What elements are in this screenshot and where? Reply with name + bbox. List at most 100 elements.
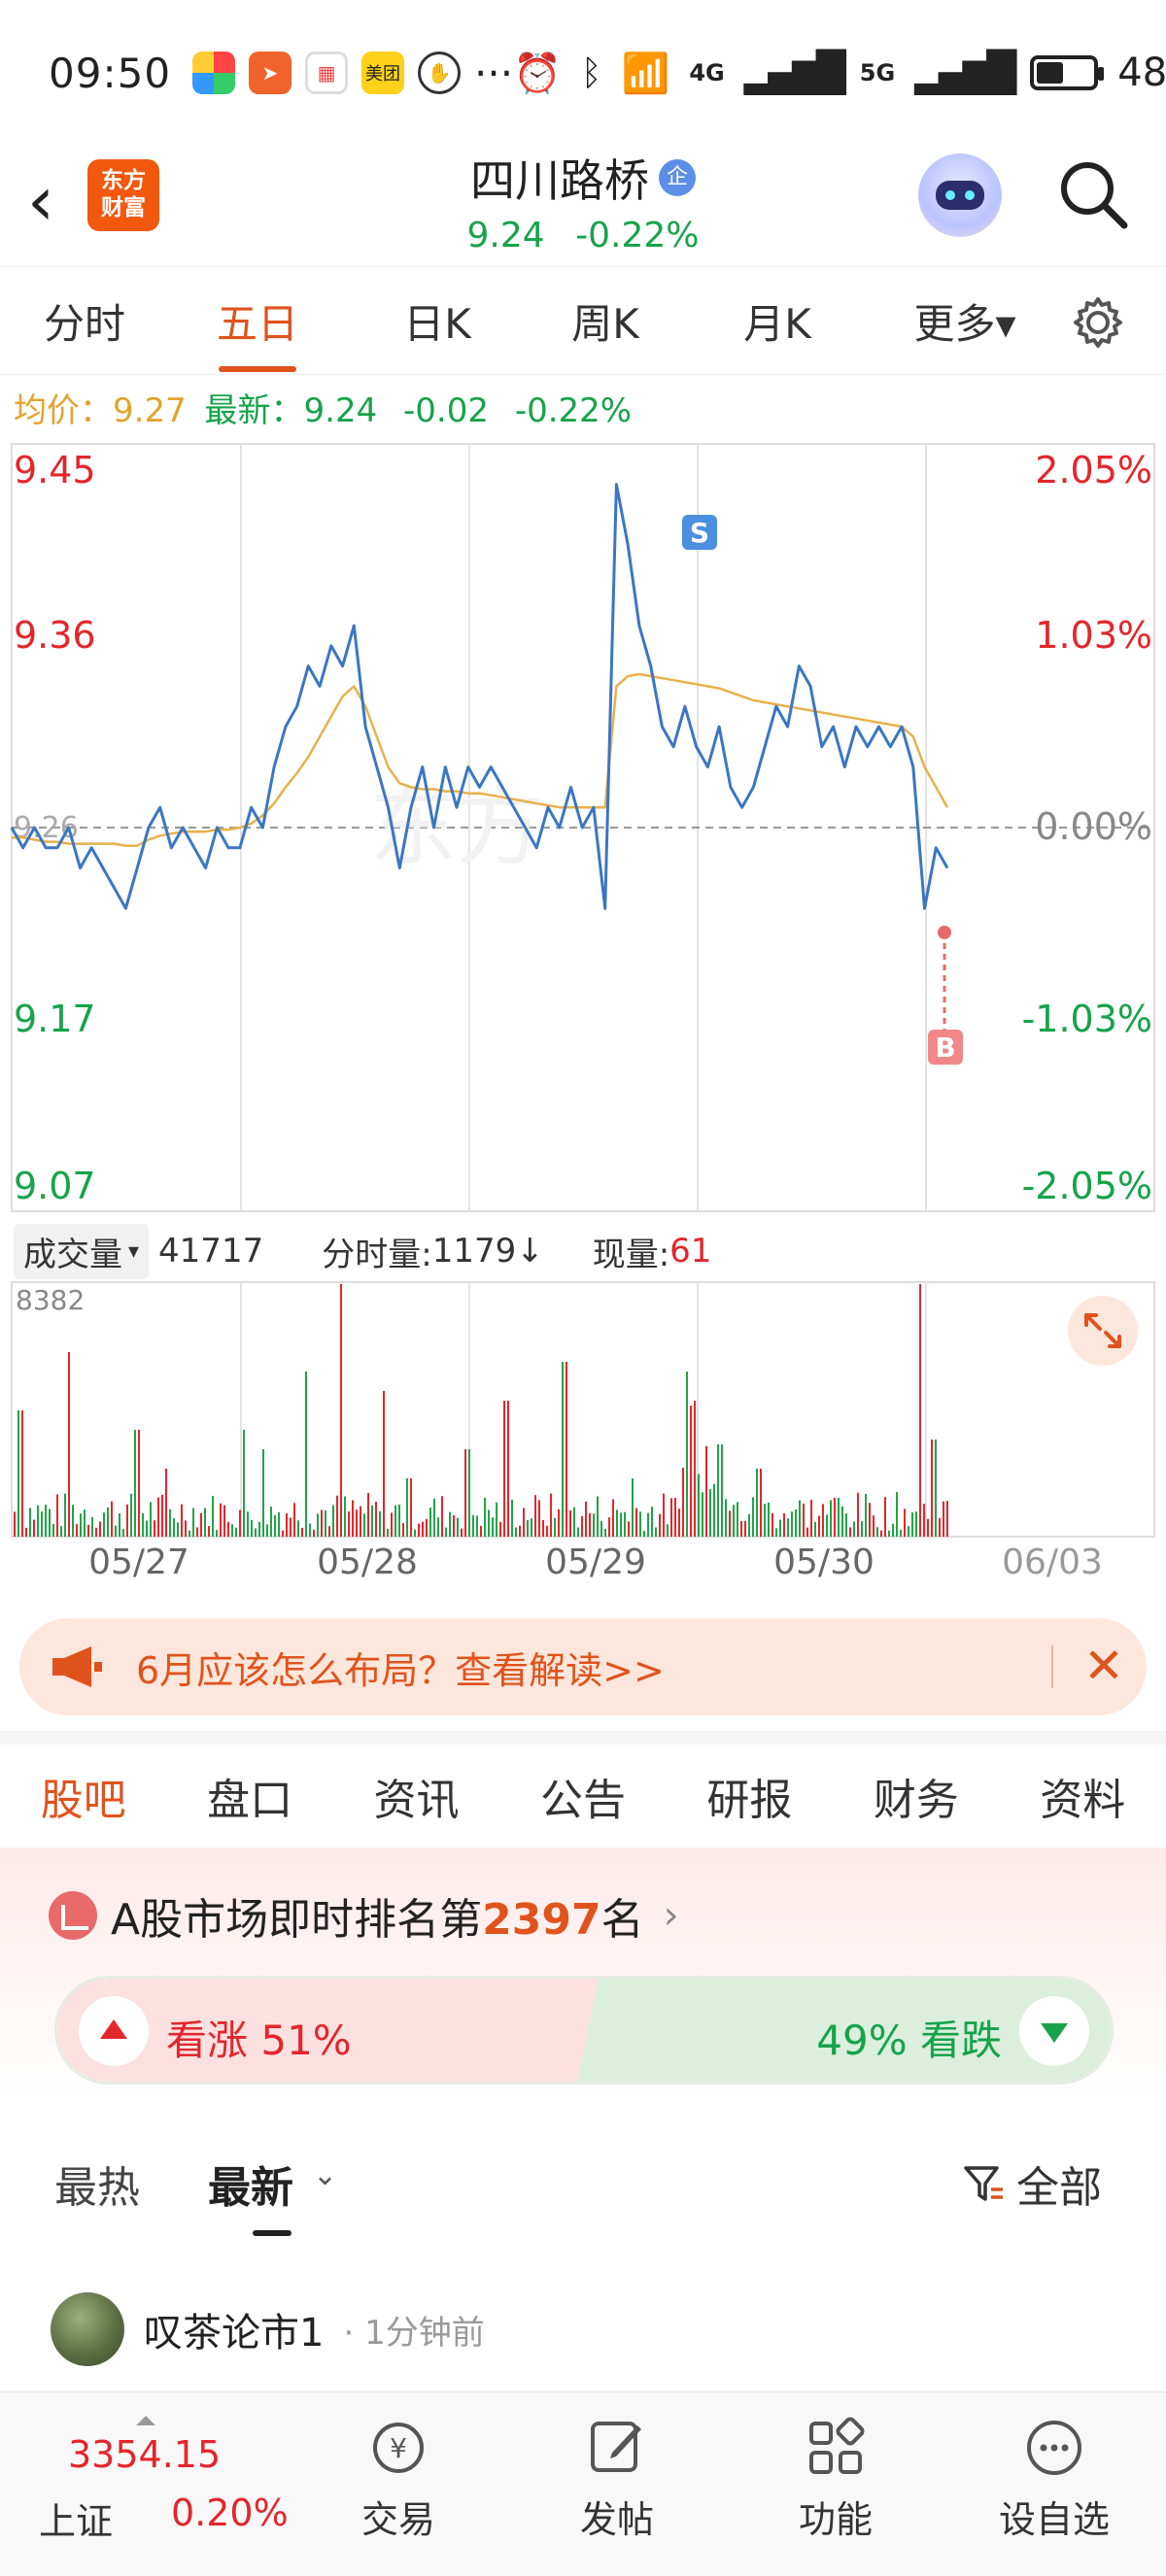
volume-bar xyxy=(56,1494,58,1537)
stock-title[interactable]: 四川路桥 企 xyxy=(470,146,696,210)
post-item[interactable]: 叹茶论市1 · 1分钟前 xyxy=(51,2292,485,2366)
tab-five-day[interactable]: 五日 xyxy=(194,291,321,351)
expand-icon[interactable] xyxy=(1068,1296,1138,1366)
volume-bar xyxy=(223,1505,225,1537)
trade-icon: ¥ xyxy=(373,2423,424,2473)
volume-bar xyxy=(795,1509,797,1537)
volume-bar xyxy=(130,1493,132,1537)
volume-bar xyxy=(915,1511,917,1537)
tab-daily-k[interactable]: 日K xyxy=(374,291,500,351)
bearish-arrow-icon[interactable] xyxy=(1019,1996,1089,2066)
latest-change: -0.02 xyxy=(403,391,490,430)
add-watchlist-button[interactable]: 设自选 xyxy=(981,2414,1127,2543)
index-name: 上证 xyxy=(39,2500,114,2543)
market-ranking[interactable]: A股市场即时排名第2397名 › xyxy=(49,1884,679,1947)
bullish-arrow-icon[interactable] xyxy=(79,1996,149,2066)
volume-bar xyxy=(803,1503,805,1537)
buy-marker[interactable]: B xyxy=(928,926,963,1065)
filter-label: 全部 xyxy=(1016,2163,1102,2213)
volume-bar xyxy=(698,1474,700,1537)
volume-bar xyxy=(107,1507,109,1537)
volume-bar xyxy=(449,1511,451,1537)
filter-all[interactable]: 全部 xyxy=(962,2152,1102,2215)
tab-monthly-k[interactable]: 月K xyxy=(714,291,840,351)
volume-bar xyxy=(923,1504,925,1537)
volume-bar xyxy=(523,1508,525,1537)
tab-announcements[interactable]: 公告 xyxy=(499,1765,666,1827)
volume-bar xyxy=(694,1401,696,1537)
volume-bar xyxy=(853,1521,855,1537)
tab-research[interactable]: 研报 xyxy=(667,1765,833,1827)
y-tick-left-2: 9.36 xyxy=(14,614,96,657)
volume-bar xyxy=(705,1445,707,1537)
status-time: 09:50 xyxy=(49,49,172,97)
volume-bar xyxy=(189,1530,190,1537)
search-icon[interactable] xyxy=(1054,155,1132,233)
x-axis-dates: 05/27 05/28 05/29 05/30 06/03 xyxy=(0,1542,1166,1601)
volume-bar xyxy=(534,1495,536,1537)
battery-fill xyxy=(1037,62,1064,84)
tab-intraday[interactable]: 分时 xyxy=(21,291,148,351)
signal-icon: ▂▄▆█ xyxy=(743,51,846,95)
volume-bar xyxy=(799,1500,801,1537)
volume-bar xyxy=(764,1504,766,1537)
tab-profile[interactable]: 资料 xyxy=(1000,1765,1166,1827)
sort-hot[interactable]: 最热 xyxy=(54,2152,140,2215)
volume-max-label: 8382 xyxy=(16,1284,85,1316)
volume-bar xyxy=(305,1372,307,1537)
volume-bar xyxy=(371,1505,373,1537)
volume-bar xyxy=(161,1494,163,1537)
tab-order-book[interactable]: 盘口 xyxy=(166,1765,332,1827)
volume-bar xyxy=(383,1391,385,1537)
chevron-down-icon[interactable]: ⌄ xyxy=(313,2158,337,2192)
megaphone-icon xyxy=(52,1646,102,1687)
volume-bar xyxy=(678,1508,680,1537)
volume-bar xyxy=(911,1512,913,1537)
buy-marker-label: B xyxy=(935,1032,955,1064)
volume-bar xyxy=(857,1492,859,1537)
latest-label: 最新： xyxy=(204,391,304,430)
volume-bar xyxy=(321,1509,323,1537)
signal-5g-label: 5G xyxy=(859,59,896,86)
functions-button[interactable]: 功能 xyxy=(763,2414,909,2543)
assistant-robot-icon[interactable] xyxy=(918,153,1002,237)
promo-banner[interactable]: 6月应该怎么布局？查看解读>> ✕ xyxy=(19,1618,1147,1715)
tab-finance[interactable]: 财务 xyxy=(833,1765,999,1827)
tab-guba[interactable]: 股吧 xyxy=(0,1765,166,1827)
trade-button[interactable]: ¥ 交易 xyxy=(326,2414,471,2543)
volume-bar xyxy=(461,1528,463,1537)
volume-bar xyxy=(577,1527,579,1537)
volume-bar xyxy=(826,1514,828,1537)
sell-marker[interactable]: S xyxy=(682,515,717,550)
tab-news[interactable]: 资讯 xyxy=(333,1765,499,1827)
volume-bar xyxy=(779,1519,781,1537)
settings-gear-icon[interactable] xyxy=(1069,293,1127,352)
volume-bar xyxy=(904,1508,906,1537)
banner-text[interactable]: 6月应该怎么布局？查看解读>> xyxy=(136,1641,665,1694)
post-username[interactable]: 叹茶论市1 xyxy=(144,2301,324,2357)
post-button[interactable]: 发帖 xyxy=(544,2414,690,2543)
volume-indicator-select[interactable]: 成交量 ▾ xyxy=(14,1223,150,1279)
volume-bar xyxy=(787,1518,789,1537)
tab-weekly-k[interactable]: 周K xyxy=(542,291,669,351)
volume-bar xyxy=(896,1492,898,1537)
sentiment-vote-bar: 看涨 51% 49% 看跌 xyxy=(54,1976,1114,2085)
volume-bar xyxy=(740,1520,742,1537)
volume-bar xyxy=(177,1522,179,1537)
close-icon[interactable]: ✕ xyxy=(1083,1642,1124,1690)
five-day-price-chart[interactable]: 东方 9.26 9.45 9.36 9.17 9.07 2.05% 1.03% … xyxy=(0,439,1166,1216)
current-volume-label: 现量: xyxy=(592,1235,670,1274)
volume-bar xyxy=(519,1525,521,1537)
tab-more[interactable]: 更多▾ xyxy=(892,291,1038,351)
volume-bar xyxy=(270,1507,272,1537)
bullish-label[interactable]: 看涨 51% xyxy=(166,2008,352,2067)
volume-bar xyxy=(538,1500,540,1537)
volume-bar xyxy=(562,1362,564,1537)
bearish-label[interactable]: 49% 看跌 xyxy=(816,2008,1002,2067)
content-tabs: 股吧 盘口 资讯 公告 研报 财务 资料 xyxy=(0,1731,1166,1847)
volume-bar xyxy=(655,1527,657,1537)
y-tick-right-5: -2.05% xyxy=(1022,1165,1152,1207)
sort-newest[interactable]: 最新 xyxy=(208,2152,293,2236)
avatar[interactable] xyxy=(51,2292,124,2366)
volume-bar xyxy=(729,1510,731,1537)
